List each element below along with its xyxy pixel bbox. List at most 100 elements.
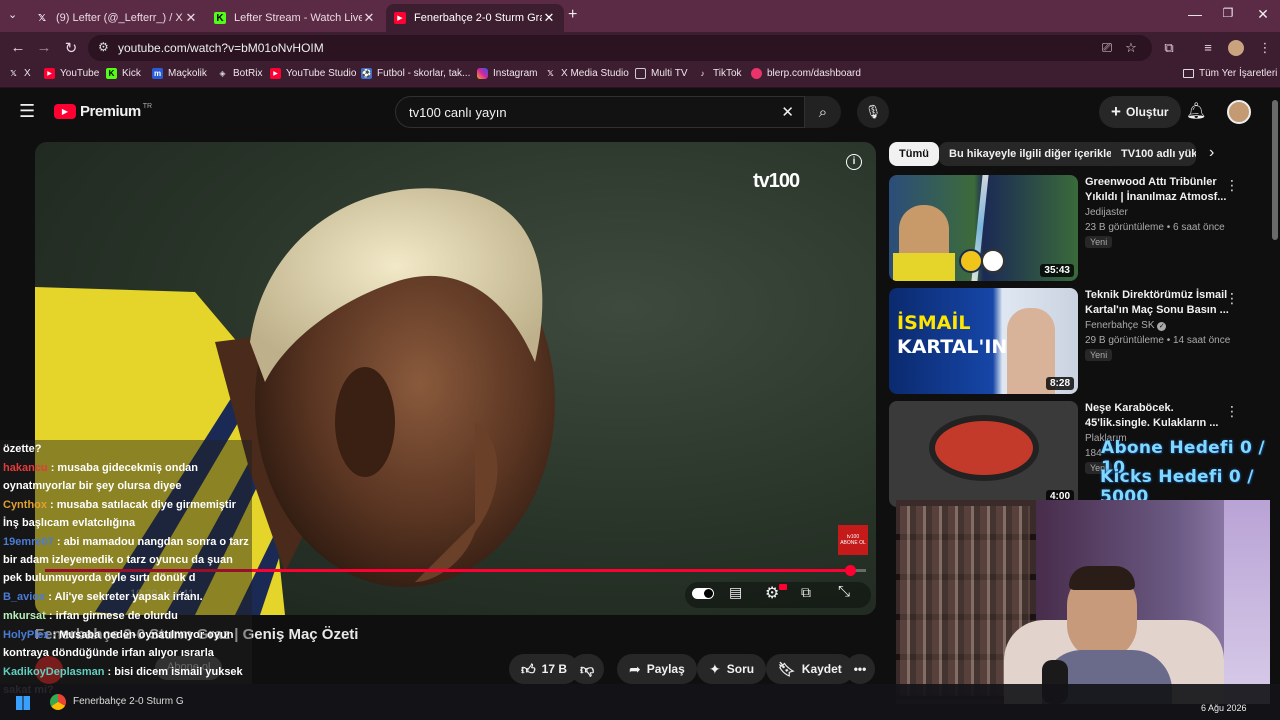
close-icon[interactable]: ✕	[542, 10, 556, 26]
tab-search-chevron-icon[interactable]: ⌄	[8, 8, 17, 21]
youtube-header: ☰ ▶ Premium TR tv100 canlı yayın ✕ ⌕ 🎙 +…	[0, 89, 1270, 135]
new-badge: Yeni	[1085, 349, 1113, 361]
subscribe-badge[interactable]: tv100 ABONE OL	[838, 525, 868, 555]
tab-title: (9) Lefter (@_Lefterr_) / X	[56, 12, 183, 24]
youtube-play-icon: ▶	[54, 104, 76, 119]
fullscreen-exit-icon[interactable]: ⤡	[838, 583, 850, 600]
youtube-logo-icon: ▶	[394, 12, 406, 24]
instagram-logo-icon	[477, 68, 488, 79]
youtube-logo[interactable]: ▶ Premium TR	[54, 103, 152, 120]
chip-tv100[interactable]: TV100 adlı yük	[1111, 142, 1196, 166]
bookmark-all[interactable]: Tüm Yer İşaretleri	[1183, 68, 1277, 79]
video-thumbnail[interactable]: İSMAİL KARTAL'IN 8:28	[889, 288, 1078, 394]
windows-taskbar: Fenerbahçe 2-0 Sturm G 6 Ağu 2026	[0, 684, 1280, 720]
thumb-text-2: KARTAL'IN	[897, 336, 1008, 358]
settings-gear-icon[interactable]: ⚙	[765, 583, 779, 603]
close-icon[interactable]: ✕	[362, 10, 376, 26]
subtitles-icon[interactable]: ▤	[729, 584, 742, 601]
browser-menu-icon[interactable]: ⋮	[1256, 40, 1274, 56]
video-thumbnail[interactable]: 4:00	[889, 401, 1078, 507]
clear-search-icon[interactable]: ✕	[781, 103, 794, 121]
hamburger-menu-icon[interactable]: ☰	[19, 101, 35, 122]
close-icon[interactable]: ✕	[184, 10, 198, 26]
bookmark-x[interactable]: 𝕏X	[8, 68, 30, 79]
youtube-studio-logo-icon: ▶	[270, 68, 281, 79]
bookmark-multi-tv[interactable]: Multi TV	[635, 68, 688, 79]
media-controls-icon[interactable]: ≡	[1199, 40, 1217, 55]
recommended-video-2[interactable]: İSMAİL KARTAL'IN 8:28 Teknik Direktörümü…	[889, 288, 1269, 394]
video-thumbnail[interactable]: 35:43	[889, 175, 1078, 281]
video-title[interactable]: Teknik Direktörümüz İsmail Kartal'ın Maç…	[1085, 288, 1235, 318]
back-arrow-icon[interactable]: ←	[8, 39, 28, 56]
video-title[interactable]: Neşe Karaböcek. 45'lik.single. Kulakları…	[1085, 401, 1235, 431]
botrix-logo-icon: ◈	[219, 69, 226, 78]
browser-tab-youtube[interactable]: ▶ Fenerbahçe 2-0 Sturm Graz | Ge ✕	[386, 4, 564, 32]
install-app-icon[interactable]: ⎚	[1098, 40, 1116, 56]
miniplayer-icon[interactable]: ⧉	[801, 584, 811, 601]
bookmark-mackolik[interactable]: m Maçkolik	[152, 68, 207, 79]
taskbar-window-title[interactable]: Fenerbahçe 2-0 Sturm G	[73, 696, 184, 707]
extensions-icon[interactable]: ⧉	[1160, 40, 1178, 56]
window-close-icon[interactable]: ✕	[1248, 6, 1278, 23]
youtube-logo-icon: ▶	[44, 68, 55, 79]
more-vertical-icon[interactable]: ⋮	[1225, 290, 1239, 307]
address-bar[interactable]: ⚙ youtube.com/watch?v=bM01oNvHOIM	[88, 35, 1152, 61]
autoplay-toggle[interactable]	[692, 588, 714, 599]
restore-icon[interactable]: ❐	[1213, 6, 1243, 20]
taskbar-date[interactable]: 6 Ağu 2026	[1201, 703, 1247, 713]
address-bar-url: youtube.com/watch?v=bM01oNvHOIM	[118, 41, 324, 55]
recommended-video-1[interactable]: 35:43 Greenwood Attı Tribünler Yıkıldı |…	[889, 175, 1269, 281]
bookmark-kick[interactable]: K Kick	[106, 68, 141, 79]
channel-name[interactable]: Fenerbahçe SK ✓	[1085, 320, 1167, 331]
more-vertical-icon[interactable]: ⋮	[1225, 403, 1239, 420]
progress-scrubber[interactable]	[844, 565, 856, 576]
ask-button[interactable]: ✦ Soru	[697, 654, 767, 684]
like-button[interactable]: 👍︎ 17 B	[509, 654, 579, 684]
search-button[interactable]: ⌕	[805, 96, 841, 128]
minimize-icon[interactable]: —	[1180, 6, 1210, 22]
bookmark-instagram[interactable]: Instagram	[477, 68, 537, 79]
search-input[interactable]: tv100 canlı yayın ✕	[395, 96, 805, 128]
video-title[interactable]: Greenwood Attı Tribünler Yıkıldı | İnanı…	[1085, 175, 1235, 205]
browser-tab-x[interactable]: 𝕏 (9) Lefter (@_Lefterr_) / X ✕	[28, 4, 206, 32]
chips-next-chevron-icon[interactable]: ›	[1209, 144, 1214, 162]
bookmark-tiktok[interactable]: ♪ TikTok	[697, 68, 742, 79]
chrome-taskbar-icon[interactable]	[50, 694, 66, 710]
more-horizontal-icon: •••	[853, 662, 867, 676]
dislike-button[interactable]: 👎︎	[570, 654, 605, 684]
create-button[interactable]: + Oluştur	[1099, 96, 1181, 128]
reload-icon[interactable]: ↻	[61, 39, 81, 57]
voice-search-button[interactable]: 🎙	[857, 96, 889, 128]
new-tab-button[interactable]: +	[568, 6, 577, 24]
share-button[interactable]: ➦ Paylaş	[617, 654, 697, 684]
bookmark-botrix[interactable]: ◈ BotRix	[217, 68, 262, 79]
bookmark-youtube[interactable]: ▶ YouTube	[44, 68, 99, 79]
chip-all[interactable]: Tümü	[889, 142, 939, 166]
site-info-icon[interactable]: ⚙	[98, 40, 109, 54]
plus-icon: +	[1111, 102, 1121, 121]
video-duration: 8:28	[1045, 377, 1074, 390]
save-button[interactable]: 🔖︎ Kaydet	[766, 654, 854, 684]
chip-related[interactable]: Bu hikayeyle ilgili diğer içerikler	[939, 142, 1127, 166]
account-avatar[interactable]	[1227, 100, 1251, 124]
bookmark-star-icon[interactable]: ☆	[1122, 40, 1140, 56]
bookmarks-bar: 𝕏X ▶ YouTube K Kick m Maçkolik ◈ BotRix ▶ You…	[0, 64, 1280, 88]
thumbs-down-icon: 👎︎	[580, 660, 595, 677]
more-actions-button[interactable]: •••	[845, 654, 875, 684]
info-icon[interactable]: i	[846, 154, 862, 170]
x-logo-icon: 𝕏	[37, 12, 47, 24]
futbol-logo-icon: ⚽	[361, 68, 372, 79]
bookmark-futbol[interactable]: ⚽ Futbol - skorlar, tak...	[361, 68, 470, 79]
browser-tab-kick[interactable]: K Lefter Stream - Watch Live on K ✕	[206, 4, 384, 32]
notifications-bell-icon[interactable]: 🔔︎	[1186, 101, 1206, 121]
more-vertical-icon[interactable]: ⋮	[1225, 177, 1239, 194]
bookmark-blerp[interactable]: blerp.com/dashboard	[751, 68, 861, 79]
profile-avatar[interactable]	[1228, 40, 1244, 56]
channel-name[interactable]: Jedijaster	[1085, 207, 1128, 218]
bookmark-x-media-studio[interactable]: 𝕏X Media Studio	[545, 68, 629, 79]
forward-arrow-icon[interactable]: →	[34, 39, 54, 56]
bookmark-youtube-studio[interactable]: ▶ YouTube Studio	[270, 68, 356, 79]
page-scrollbar[interactable]	[1272, 100, 1278, 240]
x-logo-icon: 𝕏	[10, 69, 17, 78]
windows-start-icon[interactable]	[16, 696, 30, 710]
